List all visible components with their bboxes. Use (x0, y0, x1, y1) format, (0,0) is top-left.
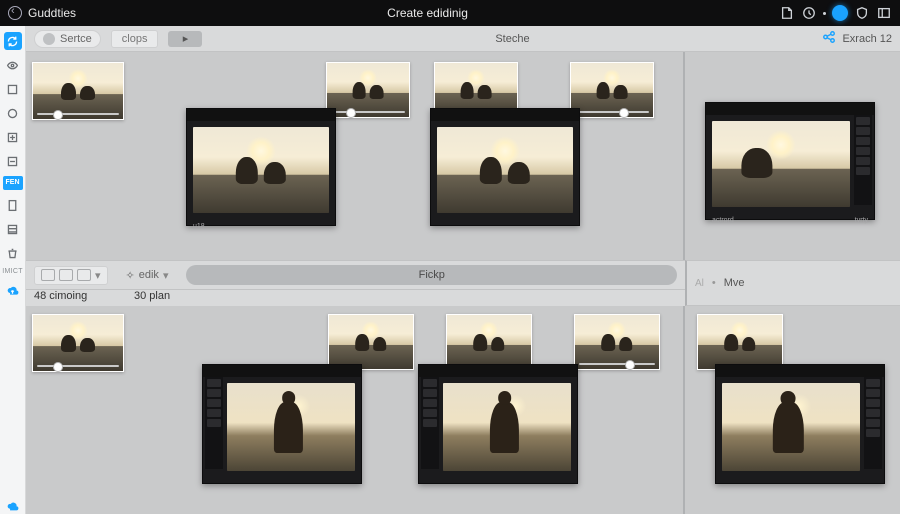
dot-separator (823, 12, 826, 15)
list-icon[interactable] (4, 220, 22, 238)
topbar: Guddties Create edidinig (0, 0, 900, 26)
side-panel-icon (421, 377, 439, 469)
thumb-light[interactable] (574, 314, 660, 370)
cloud-icon[interactable] (4, 496, 22, 514)
card-header (716, 365, 884, 377)
slider[interactable] (331, 111, 405, 113)
add-square-icon[interactable] (4, 128, 22, 146)
square-icon[interactable] (4, 80, 22, 98)
thumb-light[interactable] (326, 62, 410, 118)
dot-separator: • (712, 277, 716, 289)
assistant-orb-icon[interactable] (832, 5, 848, 21)
back-icon[interactable] (8, 6, 22, 20)
trash-icon[interactable] (4, 244, 22, 262)
thumb-light[interactable] (328, 314, 414, 370)
brand-label: Guddties (28, 6, 76, 20)
editor-card[interactable] (418, 364, 578, 484)
slider[interactable] (579, 363, 655, 365)
side-panel-icon (205, 377, 223, 469)
view-mode-group[interactable]: ▾ (34, 266, 108, 285)
upper-canvas: u18 actrordtvrty (26, 52, 900, 260)
share-icon[interactable] (822, 30, 836, 47)
new-file-icon[interactable] (779, 5, 795, 21)
chevron-down-icon[interactable]: ▾ (163, 269, 169, 282)
shield-icon[interactable] (854, 5, 870, 21)
card-header (706, 103, 874, 115)
count-center[interactable]: 30 plan (134, 290, 677, 302)
thumb-light[interactable] (697, 314, 783, 370)
right-label-a: Al (695, 278, 704, 289)
cloud-up-icon[interactable] (4, 281, 22, 299)
lower-pane-left[interactable] (26, 306, 685, 514)
sertce-label: Sertce (60, 33, 92, 45)
card-header (203, 365, 361, 377)
midbar-row: ▾ ✧ edik ▾ Fickp 48 cimoing 30 plan Al (26, 260, 900, 306)
upper-pane-left[interactable]: u18 (26, 52, 685, 260)
rail-group-label: IMICT (2, 268, 23, 275)
exrach-label: Exrach 12 (842, 33, 892, 45)
sub-toolbar: Sertce clops ▸ Steche Exrach 12 (26, 26, 900, 52)
edik-button[interactable]: ✧ edik ▾ (118, 269, 177, 282)
card-header (187, 109, 335, 121)
eye-icon[interactable] (4, 56, 22, 74)
sync-icon[interactable] (4, 32, 22, 50)
window-title: Create edidinig (84, 6, 771, 20)
thumb-light[interactable] (570, 62, 654, 118)
editor-card[interactable] (715, 364, 885, 484)
mode-pill[interactable]: FEN (3, 176, 23, 190)
action-bar[interactable]: Fickp (186, 265, 677, 285)
grid-view-icon[interactable] (41, 269, 55, 281)
chevron-down-icon[interactable]: ▾ (95, 269, 101, 282)
lower-pane-right[interactable] (685, 306, 900, 514)
subbar-title: Steche (212, 33, 812, 45)
tool-rail: FEN IMICT (0, 26, 26, 514)
side-panel-icon (854, 115, 872, 205)
record-dot-icon (43, 33, 55, 45)
editor-card[interactable] (202, 364, 362, 484)
editor-card[interactable] (430, 108, 580, 226)
single-view-icon[interactable] (59, 269, 73, 281)
topbar-actions (779, 5, 892, 21)
right-label-b[interactable]: Mve (724, 277, 745, 289)
workspace: Sertce clops ▸ Steche Exrach 12 (26, 26, 900, 514)
editor-card[interactable]: actrordtvrty (705, 102, 875, 220)
upper-pane-right[interactable]: actrordtvrty (685, 52, 900, 260)
slider[interactable] (37, 365, 119, 367)
editor-card[interactable]: u18 (186, 108, 336, 226)
panel-icon[interactable] (876, 5, 892, 21)
gray-slab[interactable]: ▸ (168, 31, 202, 47)
lower-canvas (26, 306, 900, 514)
thumb-light[interactable] (446, 314, 532, 370)
midbar: ▾ ✧ edik ▾ Fickp (26, 260, 685, 290)
clock-icon[interactable] (801, 5, 817, 21)
thumb-light[interactable] (32, 314, 124, 372)
main: FEN IMICT Sertce clops ▸ Steche Exrach 1… (0, 26, 900, 514)
sertce-pill[interactable]: Sertce (34, 30, 101, 48)
thumb-light[interactable] (32, 62, 124, 120)
compare-view-icon[interactable] (77, 269, 91, 281)
circle-icon[interactable] (4, 104, 22, 122)
card-header (419, 365, 577, 377)
page-icon[interactable] (4, 196, 22, 214)
play-icon: ▸ (183, 32, 189, 45)
brand: Guddties (8, 6, 76, 20)
midbar-right: Al • Mve (685, 260, 900, 306)
card-header (431, 109, 579, 121)
side-panel-icon (864, 377, 882, 469)
slider[interactable] (575, 111, 649, 113)
count-left[interactable]: 48 cimoing (34, 290, 124, 302)
slider[interactable] (37, 113, 119, 115)
wand-icon: ✧ (126, 269, 135, 282)
clops-chip[interactable]: clops (111, 30, 159, 48)
dash-square-icon[interactable] (4, 152, 22, 170)
